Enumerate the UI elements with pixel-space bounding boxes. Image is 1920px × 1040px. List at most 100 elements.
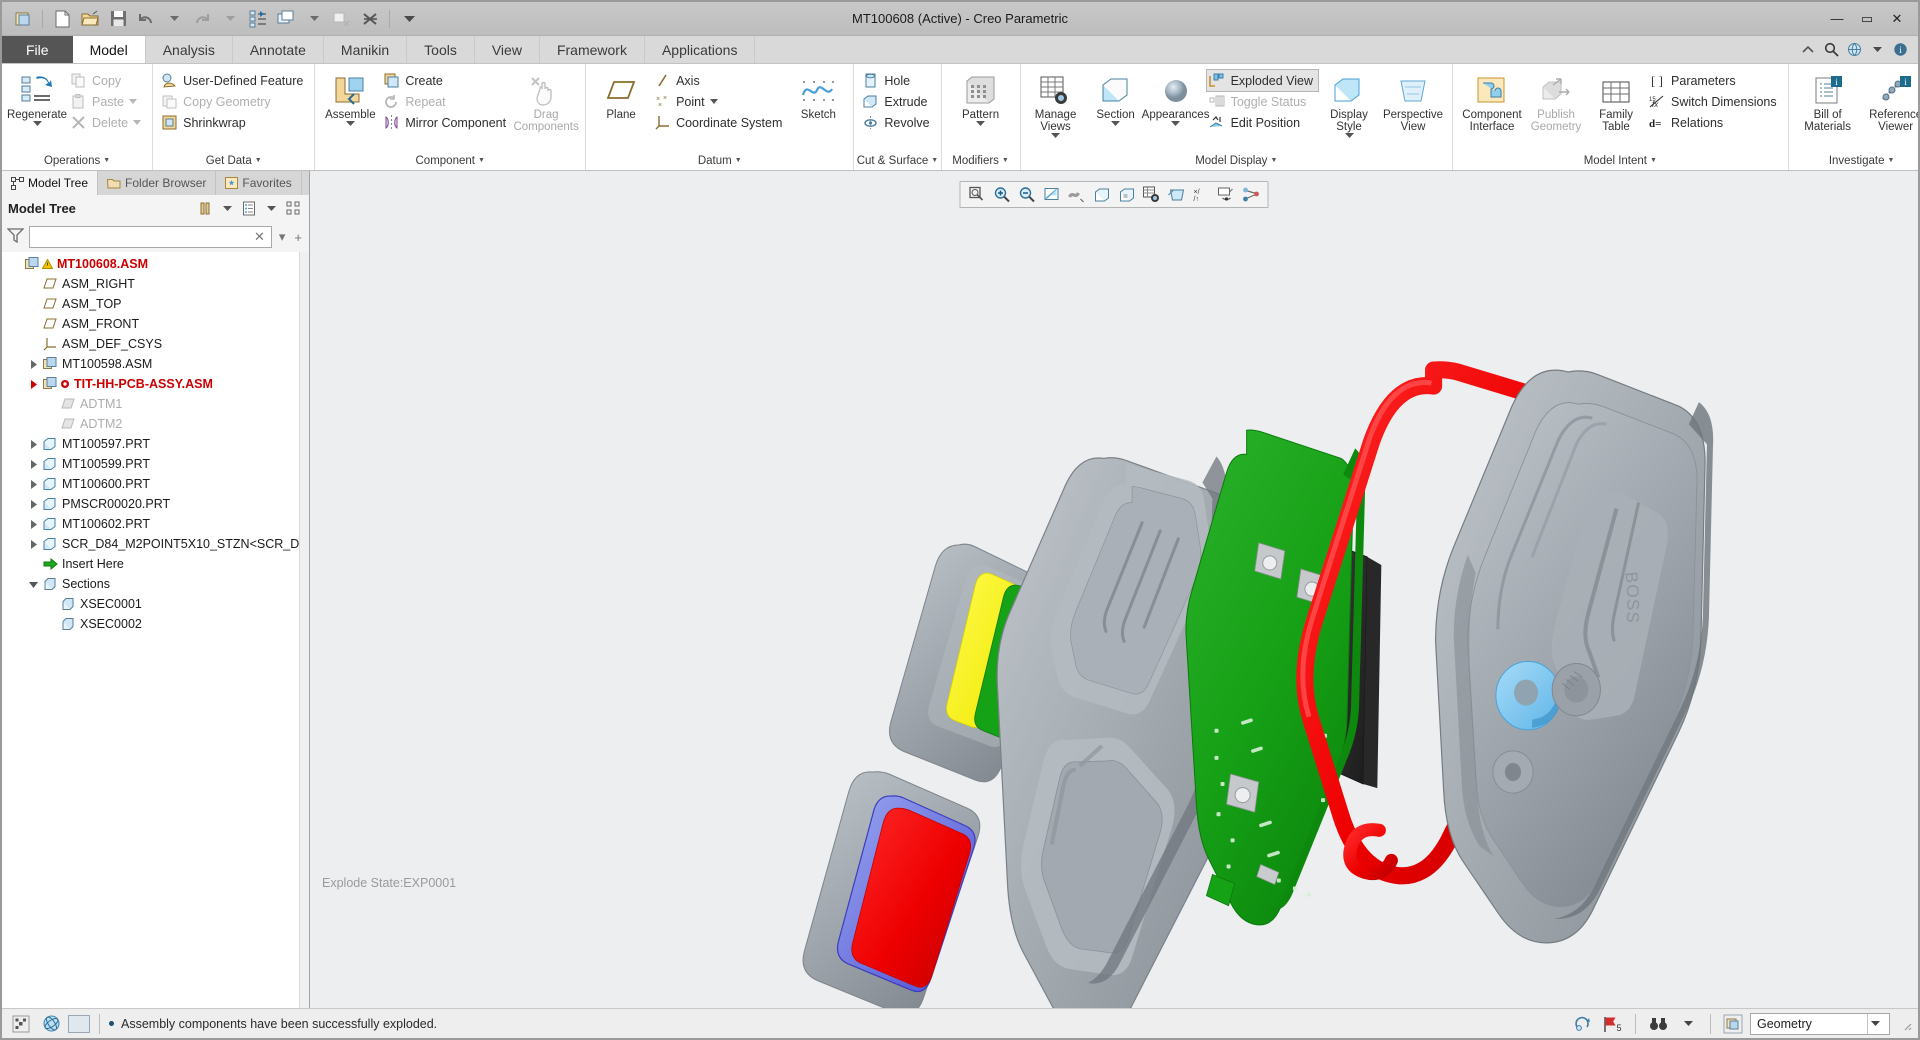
tree-item-mt100597-prt[interactable]: MT100597.PRT: [2, 434, 299, 454]
tree-item-sections[interactable]: Sections: [2, 574, 299, 594]
relations-button[interactable]: d= Relations: [1647, 112, 1782, 133]
maximize-button[interactable]: ▭: [1852, 6, 1882, 32]
regenerate-button[interactable]: Regenerate: [7, 68, 67, 127]
tab-manikin[interactable]: Manikin: [324, 36, 408, 63]
tree-item-pmscr00020-prt[interactable]: PMSCR00020.PRT: [2, 494, 299, 514]
tab-model[interactable]: Model: [72, 36, 146, 63]
perspective-view-icon[interactable]: [1165, 184, 1189, 206]
tab-file[interactable]: File: [2, 36, 73, 63]
get-data-group-caret-icon[interactable]: ▼: [255, 157, 262, 164]
copy-geometry-button[interactable]: Copy Geometry: [159, 91, 308, 112]
coordinate-system-button[interactable]: Coordinate System: [652, 112, 787, 133]
close-button[interactable]: ✕: [1882, 6, 1912, 32]
delete-button[interactable]: Delete: [68, 112, 146, 133]
selection-filter-dropdown[interactable]: Geometry: [1750, 1012, 1890, 1035]
manage-views-button[interactable]: Manage Views: [1027, 68, 1085, 139]
tree-item-adtm1[interactable]: ADTM1: [2, 394, 299, 414]
tree-tools-icon[interactable]: [195, 199, 215, 219]
selection-filter-icon[interactable]: [8, 1012, 34, 1036]
tree-item-asm-right[interactable]: ASM_RIGHT: [2, 274, 299, 294]
tree-item-scr-d84-m2point5x10-stzn-scr-d84-prt[interactable]: SCR_D84_M2POINT5X10_STZN<SCR_D84>.PRT: [2, 534, 299, 554]
sketch-button[interactable]: Sketch: [789, 68, 847, 121]
tree-expander-icon[interactable]: [26, 499, 41, 509]
new-file-icon[interactable]: [49, 7, 75, 31]
hole-button[interactable]: Hole: [860, 70, 934, 91]
panel-tab-model-tree[interactable]: Model Tree: [2, 171, 99, 195]
component-blue-ring-insert[interactable]: [1495, 660, 1561, 731]
assemble-button[interactable]: Assemble: [321, 68, 379, 127]
undo-icon[interactable]: [133, 7, 159, 31]
tree-item-asm-top[interactable]: ASM_TOP: [2, 294, 299, 314]
panel-tab-folder-browser[interactable]: Folder Browser: [98, 171, 217, 195]
drag-components-button[interactable]: Drag Components: [513, 68, 579, 133]
tab-tools[interactable]: Tools: [407, 36, 475, 63]
axis-button[interactable]: Axis: [652, 70, 787, 91]
user-defined-feature-button[interactable]: User-Defined Feature: [159, 70, 308, 91]
edit-position-button[interactable]: Edit Position: [1207, 112, 1318, 133]
tree-item-xsec0002[interactable]: XSEC0002: [2, 614, 299, 634]
window-dropdown-icon[interactable]: [301, 7, 327, 31]
help-globe-icon[interactable]: [1844, 40, 1864, 60]
parameters-button[interactable]: [ ] Parameters: [1647, 70, 1782, 91]
cut-surface-group-caret-icon[interactable]: ▼: [931, 157, 938, 164]
create-button[interactable]: Create: [381, 70, 511, 91]
operations-group-caret-icon[interactable]: ▼: [103, 157, 110, 164]
component-rear-housing[interactable]: BOSS: [1434, 369, 1714, 944]
active-window-icon[interactable]: [1720, 1012, 1746, 1036]
section-button[interactable]: Section: [1087, 68, 1145, 127]
exploded-assembly-3d-view[interactable]: BOSS: [310, 171, 1918, 1008]
tree-item-xsec0001[interactable]: XSEC0001: [2, 594, 299, 614]
family-table-button[interactable]: Family Table: [1587, 68, 1645, 133]
tree-expander-icon[interactable]: [26, 359, 41, 369]
tree-expander-icon[interactable]: [26, 519, 41, 529]
tree-filter-box[interactable]: ✕: [29, 226, 272, 248]
resize-grip-icon[interactable]: [1898, 1017, 1912, 1031]
annotation-display-icon[interactable]: ×//↑: [1190, 184, 1214, 206]
revolve-button[interactable]: Revolve: [860, 112, 934, 133]
tab-applications[interactable]: Applications: [645, 36, 756, 63]
tab-annotate[interactable]: Annotate: [233, 36, 324, 63]
refit-zoom-icon[interactable]: [965, 184, 989, 206]
tree-item-asm-def-csys[interactable]: ASM_DEF_CSYS: [2, 334, 299, 354]
component-interface-button[interactable]: Component Interface: [1459, 68, 1525, 133]
filter-dropdown-icon[interactable]: ▾: [277, 229, 288, 245]
display-style-button[interactable]: Display Style: [1320, 68, 1378, 139]
plane-button[interactable]: Plane: [592, 68, 650, 121]
switch-dimensions-button[interactable]: 15 fx Switch Dimensions: [1647, 91, 1782, 112]
selection-filter-caret-icon[interactable]: [1867, 1013, 1883, 1034]
perspective-view-button[interactable]: Perspective View: [1380, 68, 1446, 133]
tree-item-asm-front[interactable]: ASM_FRONT: [2, 314, 299, 334]
exploded-view-button[interactable]: Exploded View: [1205, 69, 1320, 92]
paste-button[interactable]: Paste: [68, 91, 146, 112]
window-switch-icon[interactable]: [273, 7, 299, 31]
tree-filter-input[interactable]: [34, 230, 252, 244]
appearance-gallery-icon[interactable]: [1240, 184, 1264, 206]
creo-logo-icon[interactable]: [10, 7, 36, 31]
flag-indicator-icon[interactable]: 5: [1600, 1012, 1626, 1036]
tree-item-mt100599-prt[interactable]: MT100599.PRT: [2, 454, 299, 474]
investigate-group-caret-icon[interactable]: ▼: [1887, 157, 1894, 164]
tree-item-mt100608-asm[interactable]: MT100608.ASM: [2, 254, 299, 274]
tree-expander-icon[interactable]: [26, 479, 41, 489]
help-info-icon[interactable]: i: [1890, 40, 1910, 60]
find-binoculars-icon[interactable]: [1645, 1012, 1671, 1036]
globe-web-icon[interactable]: [38, 1012, 64, 1036]
bill-of-materials-button[interactable]: i Bill of Materials: [1795, 68, 1861, 133]
extrude-button[interactable]: Extrude: [860, 91, 934, 112]
tree-item-mt100598-asm[interactable]: MT100598.ASM: [2, 354, 299, 374]
filter-clear-icon[interactable]: ✕: [252, 229, 267, 245]
tree-scrollbar[interactable]: [299, 252, 309, 1008]
pattern-button[interactable]: Pattern: [948, 68, 1014, 127]
model-display-group-caret-icon[interactable]: ▼: [1270, 157, 1277, 164]
view-manager-icon[interactable]: [1140, 184, 1164, 206]
appearances-button[interactable]: Appearances: [1142, 68, 1209, 127]
copy-button[interactable]: Copy: [68, 70, 146, 91]
tree-item-mt100602-prt[interactable]: MT100602.PRT: [2, 514, 299, 534]
open-file-icon[interactable]: [77, 7, 103, 31]
regenerate-icon[interactable]: [245, 7, 271, 31]
point-button[interactable]: × × × Point: [652, 91, 787, 112]
shrinkwrap-button[interactable]: Shrinkwrap: [159, 112, 308, 133]
tree-expander-icon[interactable]: [26, 379, 41, 389]
redo-icon[interactable]: [189, 7, 215, 31]
save-icon[interactable]: [105, 7, 131, 31]
